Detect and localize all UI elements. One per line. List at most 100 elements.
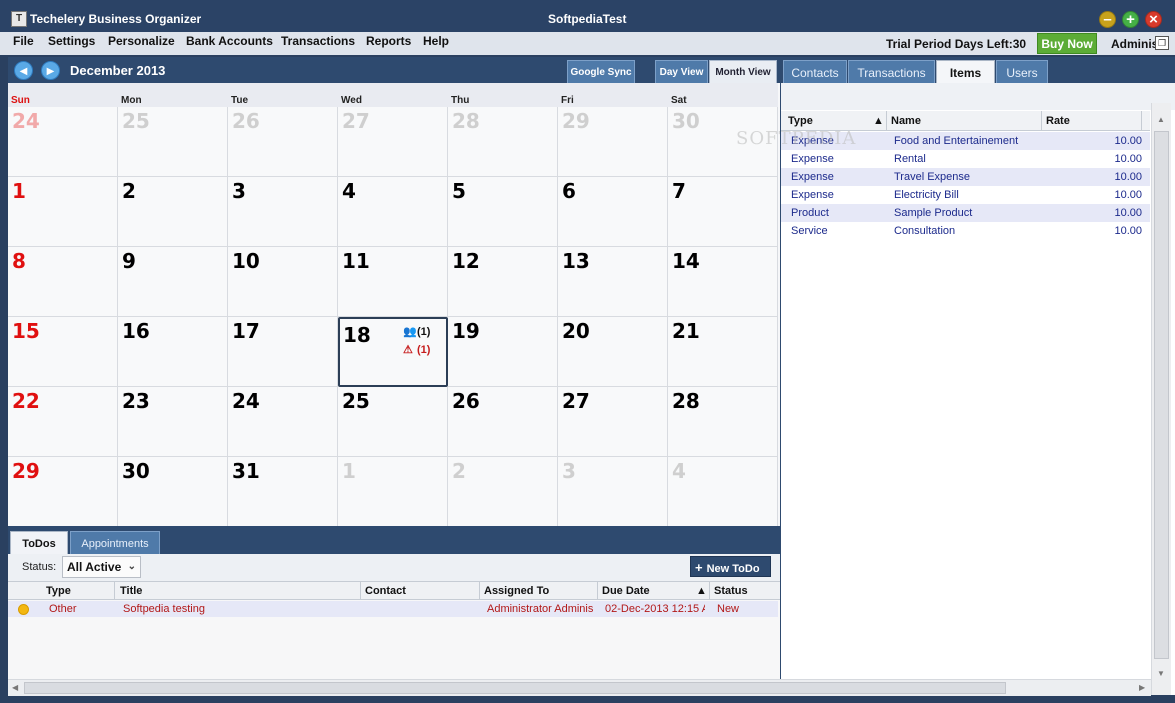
calendar-day[interactable]: 24 — [8, 107, 118, 177]
restore-window-icon[interactable]: ❐ — [1155, 36, 1169, 50]
tab-todos[interactable]: ToDos — [10, 531, 68, 555]
menu-bank-accounts[interactable]: Bank Accounts — [186, 34, 273, 48]
close-button[interactable]: × — [1145, 11, 1162, 28]
item-row[interactable]: Expense Travel Expense 10.00 — [781, 168, 1150, 186]
day-view-tab[interactable]: Day View — [655, 60, 708, 83]
day-number: 30 — [672, 109, 700, 133]
calendar-day[interactable]: 29 — [8, 457, 118, 527]
calendar-day[interactable]: 25 — [338, 387, 448, 457]
calendar-day[interactable]: 7 — [668, 177, 778, 247]
tab-appointments[interactable]: Appointments — [70, 531, 160, 555]
tab-transactions[interactable]: Transactions — [848, 60, 935, 84]
month-view-tab[interactable]: Month View — [709, 60, 777, 83]
calendar-day[interactable]: 10 — [228, 247, 338, 317]
vertical-scrollbar[interactable]: ▲ ▼ — [1151, 103, 1171, 695]
calendar-day-today[interactable]: 18 👥(1) ⚠ (1) — [338, 317, 448, 387]
menu-settings[interactable]: Settings — [48, 34, 95, 48]
calendar-day[interactable]: 15 — [8, 317, 118, 387]
plus-icon: + — [695, 560, 703, 575]
todo-row[interactable]: Other Softpedia testing Administrator Ad… — [8, 601, 778, 617]
col-todo-status[interactable]: Status — [714, 585, 748, 597]
col-type[interactable]: Type — [788, 115, 813, 127]
tab-users[interactable]: Users — [996, 60, 1048, 84]
calendar-day[interactable]: 9 — [118, 247, 228, 317]
minimize-button[interactable]: – — [1099, 11, 1116, 28]
menu-personalize[interactable]: Personalize — [108, 34, 175, 48]
calendar-day[interactable]: 31 — [228, 457, 338, 527]
calendar-day[interactable]: 29 — [558, 107, 668, 177]
user-name[interactable]: Administrator — [1111, 37, 1157, 51]
app-logo-icon: T — [11, 11, 27, 27]
status-dropdown[interactable]: All Active ⌄ — [62, 556, 141, 578]
calendar-day[interactable]: 1 — [8, 177, 118, 247]
calendar-day[interactable]: 27 — [558, 387, 668, 457]
calendar-day[interactable]: 6 — [558, 177, 668, 247]
maximize-button[interactable]: + — [1122, 11, 1139, 28]
horizontal-scroll-thumb[interactable] — [24, 682, 1006, 694]
col-todo-title[interactable]: Title — [120, 585, 142, 597]
vertical-scroll-thumb[interactable] — [1154, 131, 1169, 659]
previous-month-button[interactable]: ◀ — [14, 61, 33, 80]
scroll-down-icon[interactable]: ▼ — [1157, 669, 1165, 678]
col-todo-contact[interactable]: Contact — [365, 585, 406, 597]
panel-divider[interactable] — [780, 57, 781, 679]
calendar-day[interactable]: 16 — [118, 317, 228, 387]
dow-wed: Wed — [341, 95, 362, 106]
calendar-day[interactable]: 2 — [448, 457, 558, 527]
menu-file[interactable]: File — [13, 34, 34, 48]
calendar-day[interactable]: 25 — [118, 107, 228, 177]
meeting-event[interactable]: 👥(1) — [403, 325, 430, 338]
tab-items[interactable]: Items — [936, 60, 995, 84]
calendar-day[interactable]: 1 — [338, 457, 448, 527]
next-month-button[interactable]: ▶ — [41, 61, 60, 80]
calendar-day[interactable]: 28 — [448, 107, 558, 177]
calendar-day[interactable]: 30 — [118, 457, 228, 527]
item-row[interactable]: Expense Rental 10.00 — [781, 150, 1150, 168]
col-todo-assigned[interactable]: Assigned To — [484, 585, 549, 597]
scroll-up-icon[interactable]: ▲ — [1157, 115, 1165, 124]
calendar-day[interactable]: 11 — [338, 247, 448, 317]
scroll-left-icon[interactable]: ◀ — [12, 683, 18, 692]
col-todo-type[interactable]: Type — [46, 585, 71, 597]
item-row[interactable]: Expense Electricity Bill 10.00 — [781, 186, 1150, 204]
item-row[interactable]: Product Sample Product 10.00 — [781, 204, 1150, 222]
scroll-right-icon[interactable]: ▶ — [1139, 683, 1145, 692]
item-row[interactable]: Service Consultation 10.00 — [781, 222, 1150, 240]
menu-help[interactable]: Help — [423, 34, 449, 48]
col-todo-due[interactable]: Due Date — [602, 585, 650, 597]
calendar-day[interactable]: 12 — [448, 247, 558, 317]
col-name[interactable]: Name — [891, 115, 921, 127]
calendar-day[interactable]: 2 — [118, 177, 228, 247]
calendar-day[interactable]: 8 — [8, 247, 118, 317]
calendar-day[interactable]: 14 — [668, 247, 778, 317]
document-title: SoftpediaTest — [548, 12, 627, 26]
calendar-day[interactable]: 5 — [448, 177, 558, 247]
calendar-day[interactable]: 27 — [338, 107, 448, 177]
calendar-day[interactable]: 4 — [668, 457, 778, 527]
col-rate[interactable]: Rate — [1046, 115, 1070, 127]
people-icon: 👥 — [403, 326, 417, 338]
calendar-day[interactable]: 3 — [558, 457, 668, 527]
menu-reports[interactable]: Reports — [366, 34, 411, 48]
google-sync-button[interactable]: Google Sync — [567, 60, 635, 83]
calendar-day[interactable]: 13 — [558, 247, 668, 317]
calendar-day[interactable]: 20 — [558, 317, 668, 387]
tab-contacts[interactable]: Contacts — [783, 60, 847, 84]
new-todo-button[interactable]: + New ToDo — [690, 556, 771, 577]
menu-transactions[interactable]: Transactions — [281, 34, 355, 48]
calendar-day[interactable]: 22 — [8, 387, 118, 457]
calendar-day[interactable]: 19 — [448, 317, 558, 387]
calendar-day[interactable]: 26 — [448, 387, 558, 457]
buy-now-button[interactable]: Buy Now — [1037, 33, 1097, 54]
calendar-day[interactable]: 4 — [338, 177, 448, 247]
calendar-day[interactable]: 23 — [118, 387, 228, 457]
calendar-day[interactable]: 3 — [228, 177, 338, 247]
calendar-day[interactable]: 26 — [228, 107, 338, 177]
calendar-day[interactable]: 24 — [228, 387, 338, 457]
calendar-day[interactable]: 17 — [228, 317, 338, 387]
days-of-week-row: Sun Mon Tue Wed Thu Fri Sat — [8, 83, 778, 107]
calendar-day[interactable]: 21 — [668, 317, 778, 387]
alert-event[interactable]: ⚠ (1) — [403, 343, 430, 356]
horizontal-scrollbar[interactable]: ◀ ▶ — [8, 679, 1151, 696]
calendar-day[interactable]: 28 — [668, 387, 778, 457]
